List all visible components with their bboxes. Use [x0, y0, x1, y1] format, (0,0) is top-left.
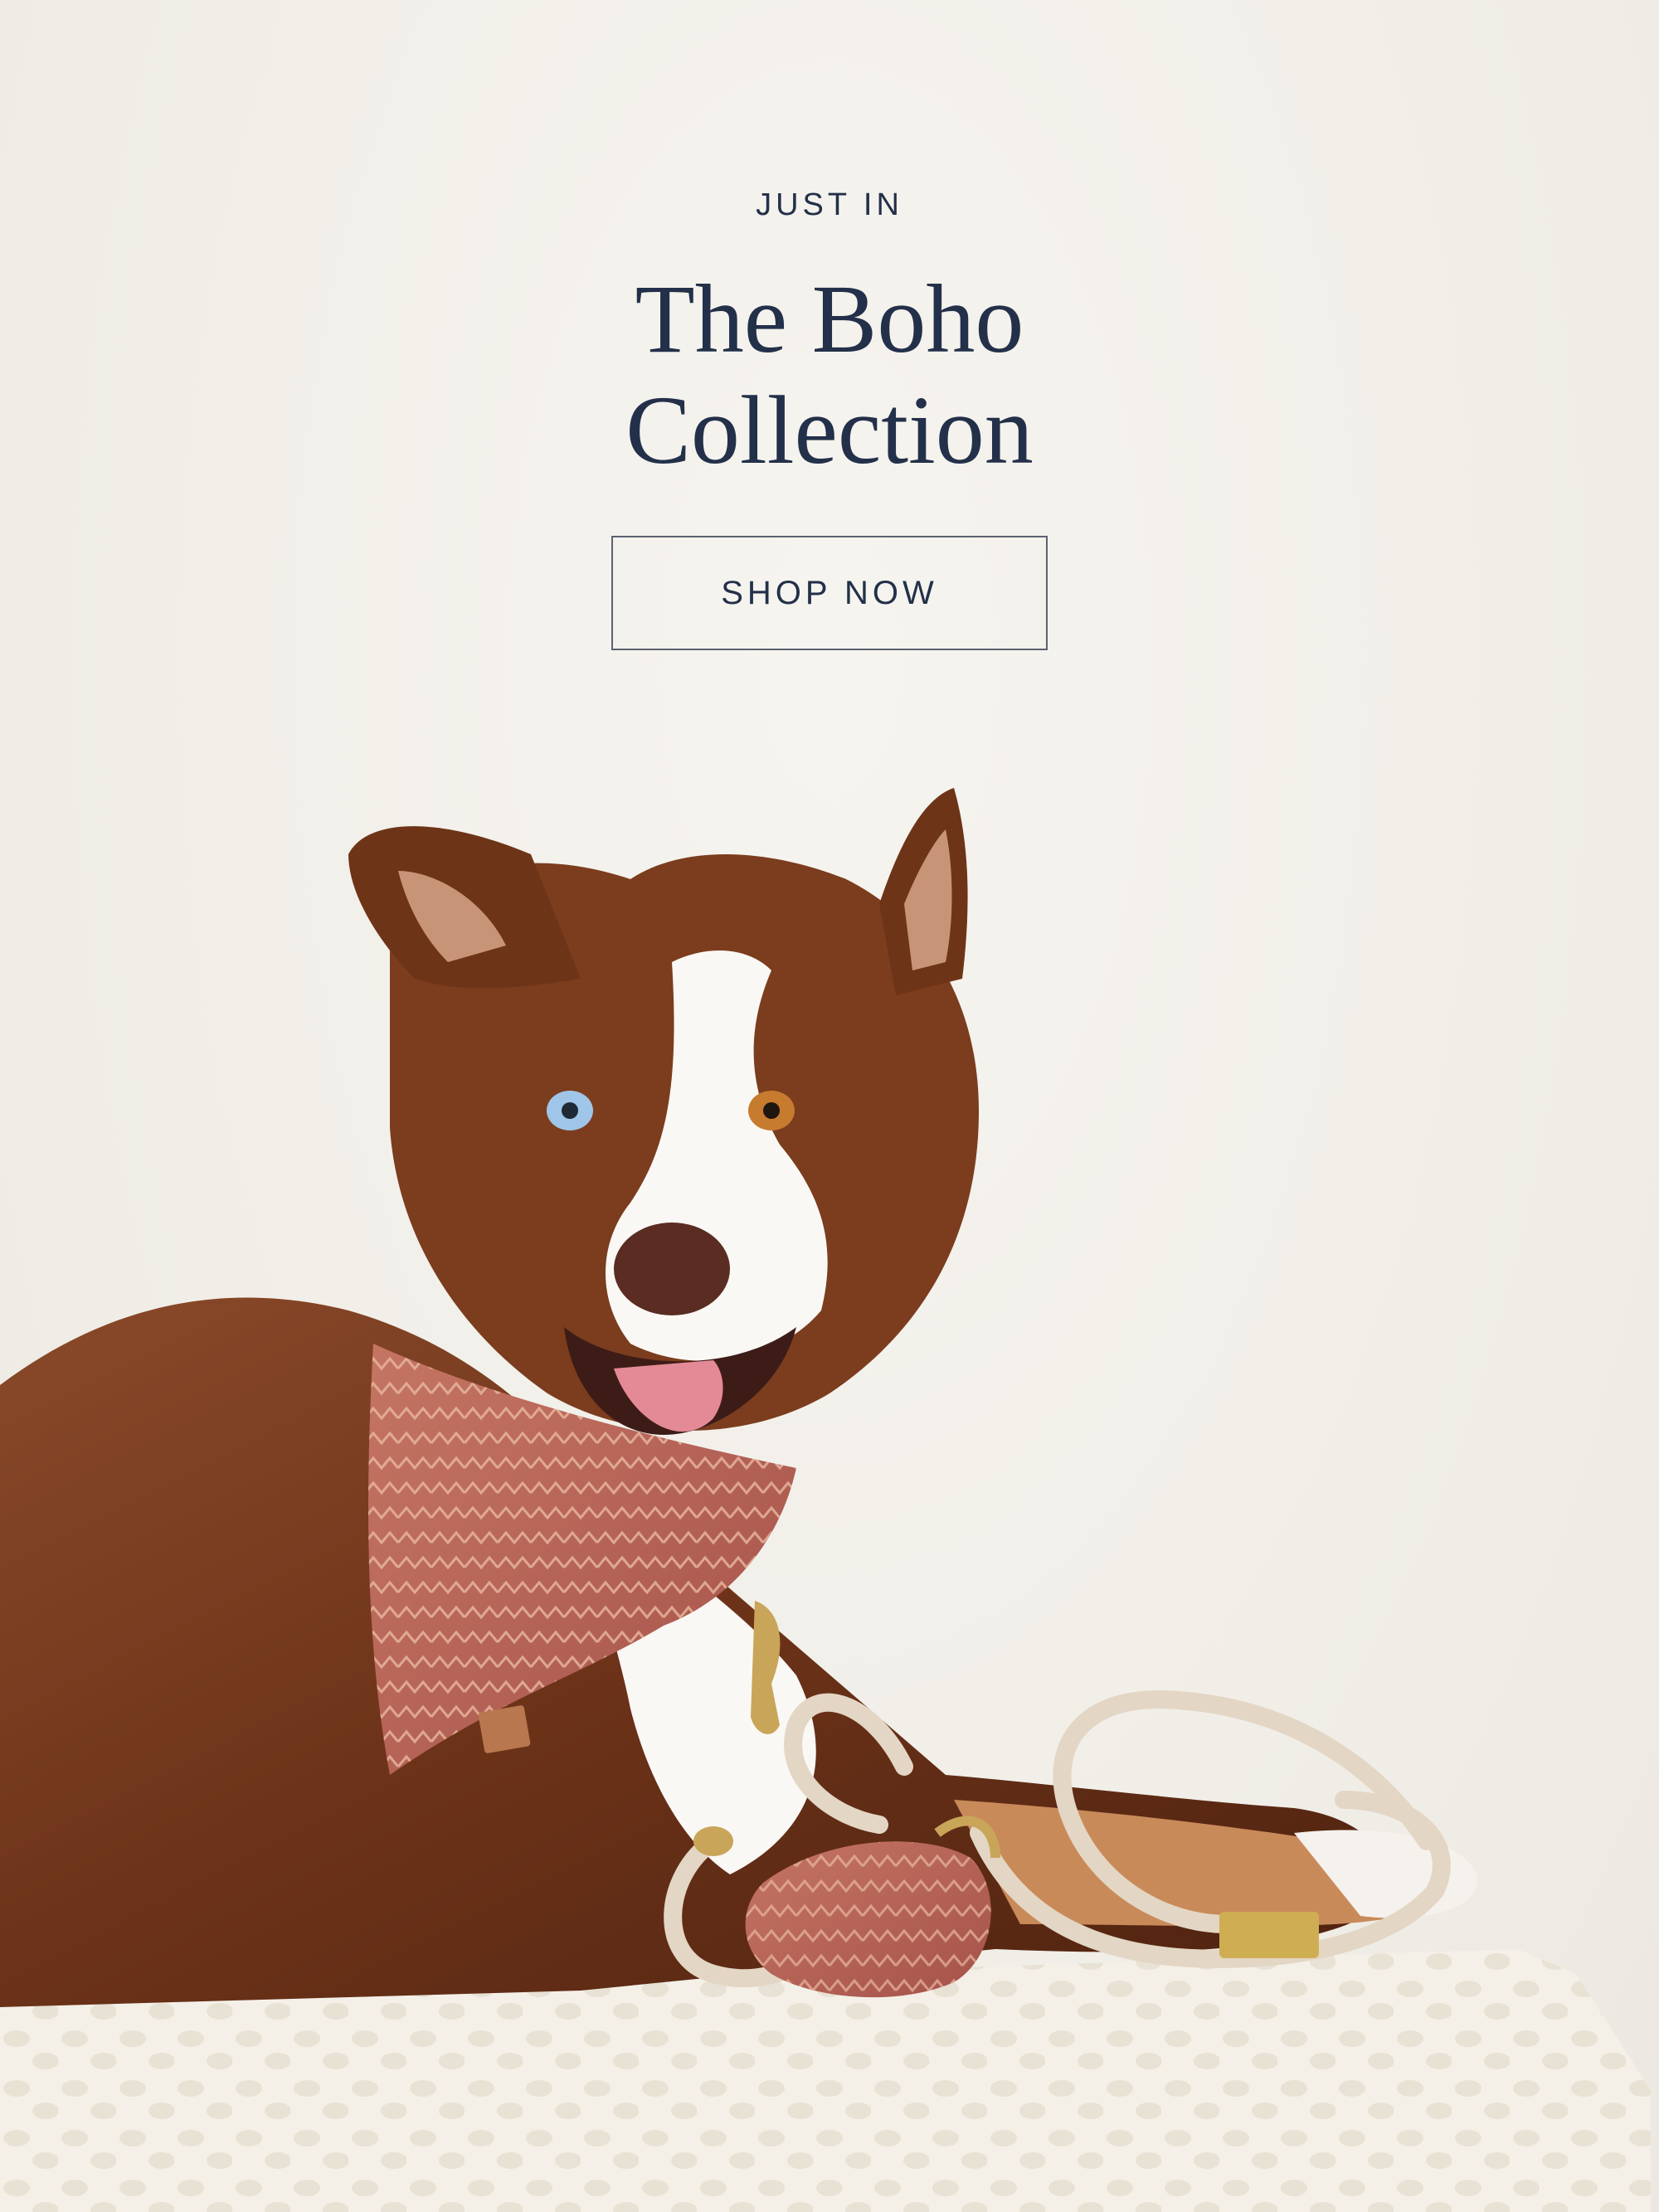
- shop-now-button[interactable]: SHOP NOW: [611, 536, 1048, 650]
- title-line-1: The Boho: [635, 265, 1024, 373]
- dog-photo: [0, 788, 1651, 2212]
- eyebrow-label: JUST IN: [756, 187, 903, 222]
- page-title: The Boho Collection: [0, 264, 1659, 486]
- title-line-2: Collection: [625, 376, 1034, 484]
- hero-banner: JUST IN The Boho Collection SHOP NOW: [0, 0, 1659, 2212]
